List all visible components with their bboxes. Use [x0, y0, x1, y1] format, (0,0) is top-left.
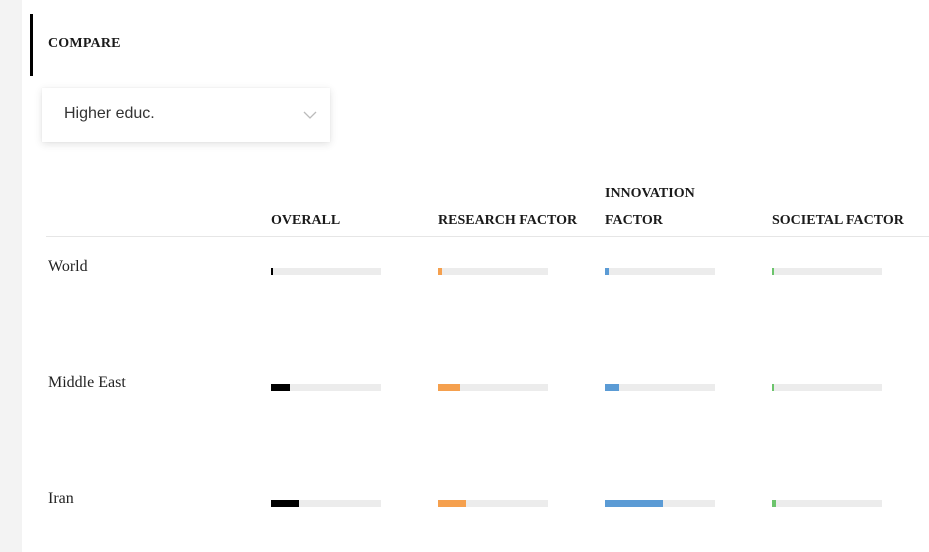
bar-fill: [772, 268, 774, 275]
bar-fill: [438, 384, 460, 391]
bar-fill: [772, 500, 776, 507]
bar-fill: [271, 500, 299, 507]
bar-fill: [271, 268, 273, 275]
bar-fill: [438, 500, 466, 507]
filter-dropdown[interactable]: Higher educ.: [42, 88, 330, 142]
bar-track: [271, 384, 381, 391]
column-header-societal-factor: SOCIETAL FACTOR: [772, 213, 904, 228]
bar-track: [438, 268, 548, 275]
bar-fill: [605, 500, 663, 507]
bar-track: [772, 268, 882, 275]
dropdown-selected-value: Higher educ.: [64, 105, 155, 122]
bar-fill: [271, 384, 290, 391]
column-header-innovation-factor: INNOVATION FACTOR: [605, 186, 695, 228]
bar-track: [438, 384, 548, 391]
row-label: Middle East: [48, 374, 126, 391]
bar-track: [605, 384, 715, 391]
column-header-overall: OVERALL: [271, 213, 341, 228]
row-label: Iran: [48, 490, 74, 507]
left-rail: [0, 0, 22, 552]
bar-track: [605, 500, 715, 507]
bar-fill: [772, 384, 774, 391]
bar-track: [271, 268, 381, 275]
compare-accent-bar: [30, 14, 33, 76]
header-divider: [46, 236, 929, 237]
bar-track: [438, 500, 548, 507]
compare-label: COMPARE: [48, 36, 121, 51]
column-header-research-factor: RESEARCH FACTOR: [438, 213, 578, 228]
bar-track: [772, 500, 882, 507]
chevron-down-icon[interactable]: [302, 107, 318, 123]
row-label: World: [48, 258, 88, 275]
bar-track: [605, 268, 715, 275]
bar-track: [271, 500, 381, 507]
bar-fill: [605, 268, 609, 275]
bar-track: [772, 384, 882, 391]
bar-fill: [438, 268, 442, 275]
bar-fill: [605, 384, 619, 391]
